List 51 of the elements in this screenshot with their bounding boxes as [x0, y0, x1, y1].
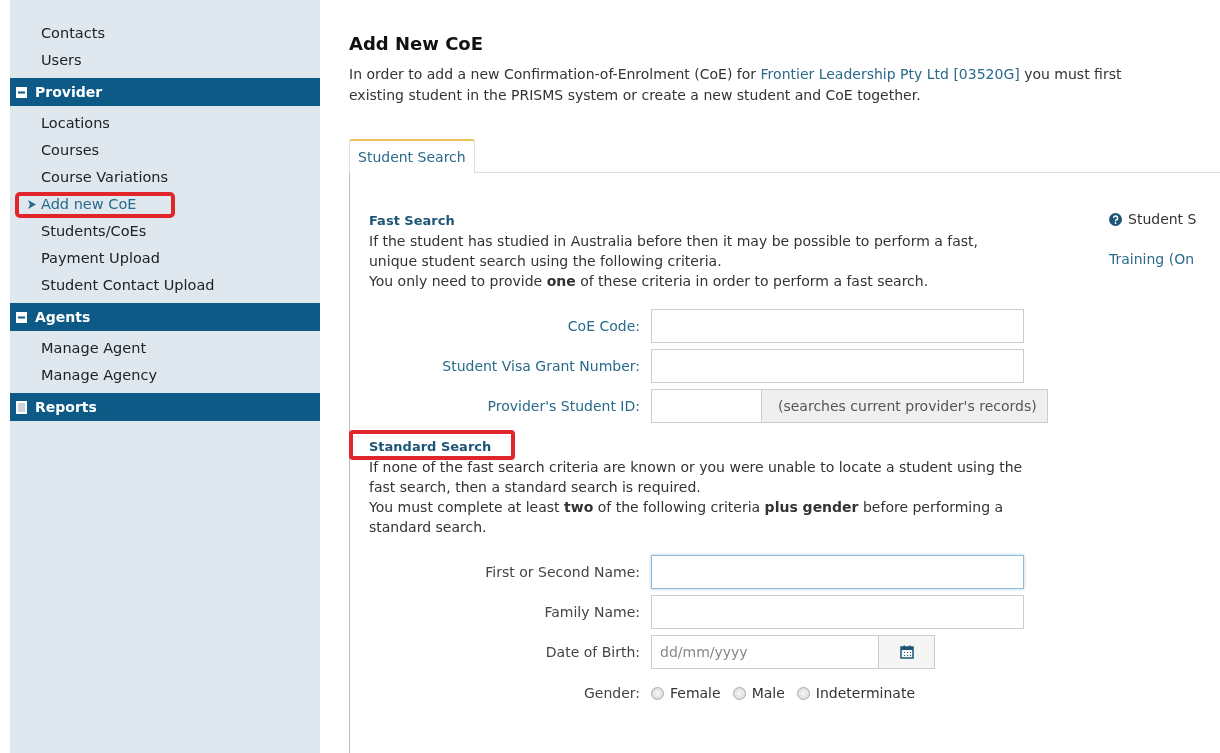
input-field[interactable] — [651, 309, 1024, 343]
training-link[interactable]: Training (On — [1109, 251, 1195, 267]
radio-label[interactable]: Female — [670, 685, 721, 701]
radio-button[interactable] — [732, 686, 746, 700]
radio-label[interactable]: Male — [751, 685, 785, 701]
calendar-button[interactable] — [878, 635, 935, 669]
page-title: Add New CoE — [349, 33, 484, 54]
help-text: If none of the fast search criteria are known or you were unable to locate a student using the fast search, then a standard search is required. — [369, 458, 1024, 497]
nav-link[interactable]: Contacts — [41, 23, 105, 43]
input-field[interactable] — [651, 349, 1024, 383]
help-text: If the student has studied in Australia before then it may be possible to perform a fast, unique student search using the following criteria. — [369, 232, 979, 271]
tab[interactable]: Student Search — [349, 139, 475, 173]
field-label: Gender: — [582, 685, 640, 701]
nav-link[interactable]: Manage Agent — [41, 338, 147, 358]
field-label: Student Visa Grant Number: — [441, 358, 640, 374]
section-header[interactable]: Reports — [10, 393, 320, 421]
nav-link[interactable]: Course Variations — [41, 167, 169, 187]
radio-button[interactable] — [651, 686, 664, 700]
intro-text: In order to add a new Confirmation-of-Enrolment (CoE) for Frontier Leadership Pty Ltd [03520G] you must first — [349, 65, 1123, 84]
radio-label[interactable]: Indeterminate — [815, 685, 915, 701]
help-text: You must complete at least two of the following criteria plus gender before performing a standard search. — [369, 498, 1005, 537]
field-label: Date of Birth: — [544, 644, 640, 660]
input-field[interactable] — [651, 595, 1024, 629]
field-label: First or Second Name: — [484, 564, 640, 580]
provider-link[interactable]: Frontier Leadership Pty Ltd [03520G] — [760, 66, 1020, 82]
nav-link[interactable]: Courses — [41, 140, 100, 160]
help-icon — [1109, 212, 1122, 226]
radio-button[interactable] — [796, 686, 810, 700]
field-label: CoE Code: — [566, 318, 640, 334]
field-label: Provider's Student ID: — [486, 398, 640, 414]
section-header[interactable]: Agents — [10, 303, 320, 331]
field-label: Family Name: — [543, 604, 640, 620]
section-heading: Standard Search — [369, 438, 492, 456]
nav-link[interactable]: Locations — [41, 113, 110, 133]
input-field[interactable] — [651, 389, 762, 423]
section-header[interactable]: Provider — [10, 78, 320, 106]
nav-link[interactable]: Payment Upload — [41, 248, 160, 268]
help-link[interactable]: Student S — [1128, 211, 1197, 227]
arrow-icon — [28, 200, 36, 209]
calendar-icon — [899, 645, 914, 659]
input-field[interactable] — [651, 555, 1024, 589]
nav-link[interactable]: Users — [41, 50, 82, 70]
section-heading: Fast Search — [369, 212, 455, 230]
nav-link[interactable]: Student Contact Upload — [41, 275, 215, 295]
nav-link[interactable]: Add new CoE — [41, 194, 137, 214]
help-text: You only need to provide one of these criteria in order to perform a fast search. — [369, 272, 930, 291]
nav-link[interactable]: Manage Agency — [41, 365, 157, 385]
nav-link[interactable]: Students/CoEs — [41, 221, 147, 241]
intro-text: existing student in the PRISMS system or create a new student and CoE together. — [349, 86, 922, 105]
date-field[interactable]: dd/mm/yyyy — [651, 635, 878, 669]
field-hint: (searches current provider's records) — [762, 389, 1048, 423]
